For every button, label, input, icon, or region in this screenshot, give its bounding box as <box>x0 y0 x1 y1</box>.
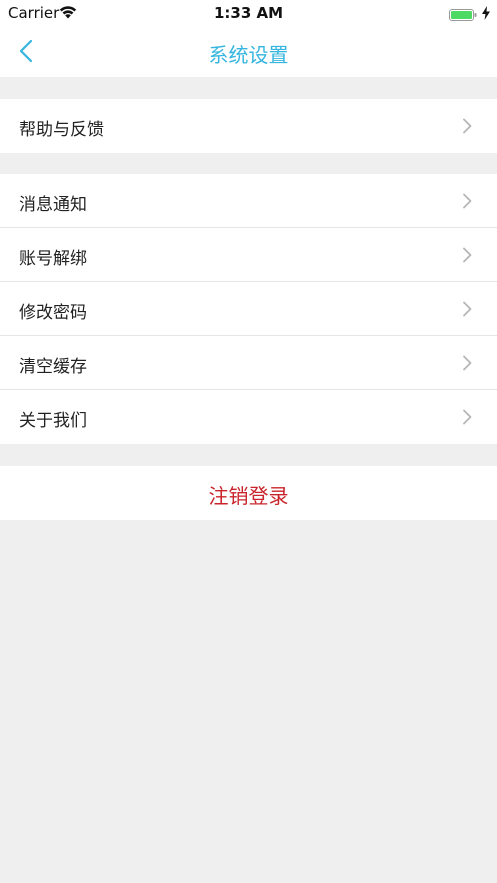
settings-row-label: 帮助与反馈 <box>19 120 104 140</box>
logout-button[interactable]: 注销登录 <box>0 466 497 520</box>
settings-group-help: 帮助与反馈 <box>0 99 497 153</box>
settings-row-label: 消息通知 <box>19 195 87 215</box>
battery-icon <box>449 6 477 21</box>
settings-row-label: 账号解绑 <box>19 249 87 269</box>
chevron-right-icon <box>461 118 473 134</box>
status-time: 1:33 AM <box>213 4 284 22</box>
settings-group-main: 消息通知 账号解绑 修改密码 清空缓存 关于我们 <box>0 174 497 444</box>
chevron-right-icon <box>461 355 473 371</box>
settings-row-account-unbind[interactable]: 账号解绑 <box>0 228 497 282</box>
settings-row-about-us[interactable]: 关于我们 <box>0 390 497 444</box>
chevron-right-icon <box>461 193 473 209</box>
logout-label: 注销登录 <box>208 484 289 508</box>
page-title: 系统设置 <box>208 43 289 67</box>
settings-row-clear-cache[interactable]: 清空缓存 <box>0 336 497 390</box>
chevron-right-icon <box>461 409 473 425</box>
settings-row-label: 清空缓存 <box>19 357 87 377</box>
status-bar: Carrier 1:33 AM <box>0 0 497 26</box>
settings-row-notifications[interactable]: 消息通知 <box>0 174 497 228</box>
chevron-right-icon <box>461 247 473 263</box>
charging-bolt-icon <box>482 5 490 20</box>
settings-row-help-feedback[interactable]: 帮助与反馈 <box>0 99 497 153</box>
settings-row-label: 关于我们 <box>19 411 87 431</box>
settings-row-label: 修改密码 <box>19 303 87 323</box>
settings-row-change-password[interactable]: 修改密码 <box>0 282 497 336</box>
navigation-bar: 系统设置 <box>0 26 497 77</box>
chevron-right-icon <box>461 301 473 317</box>
